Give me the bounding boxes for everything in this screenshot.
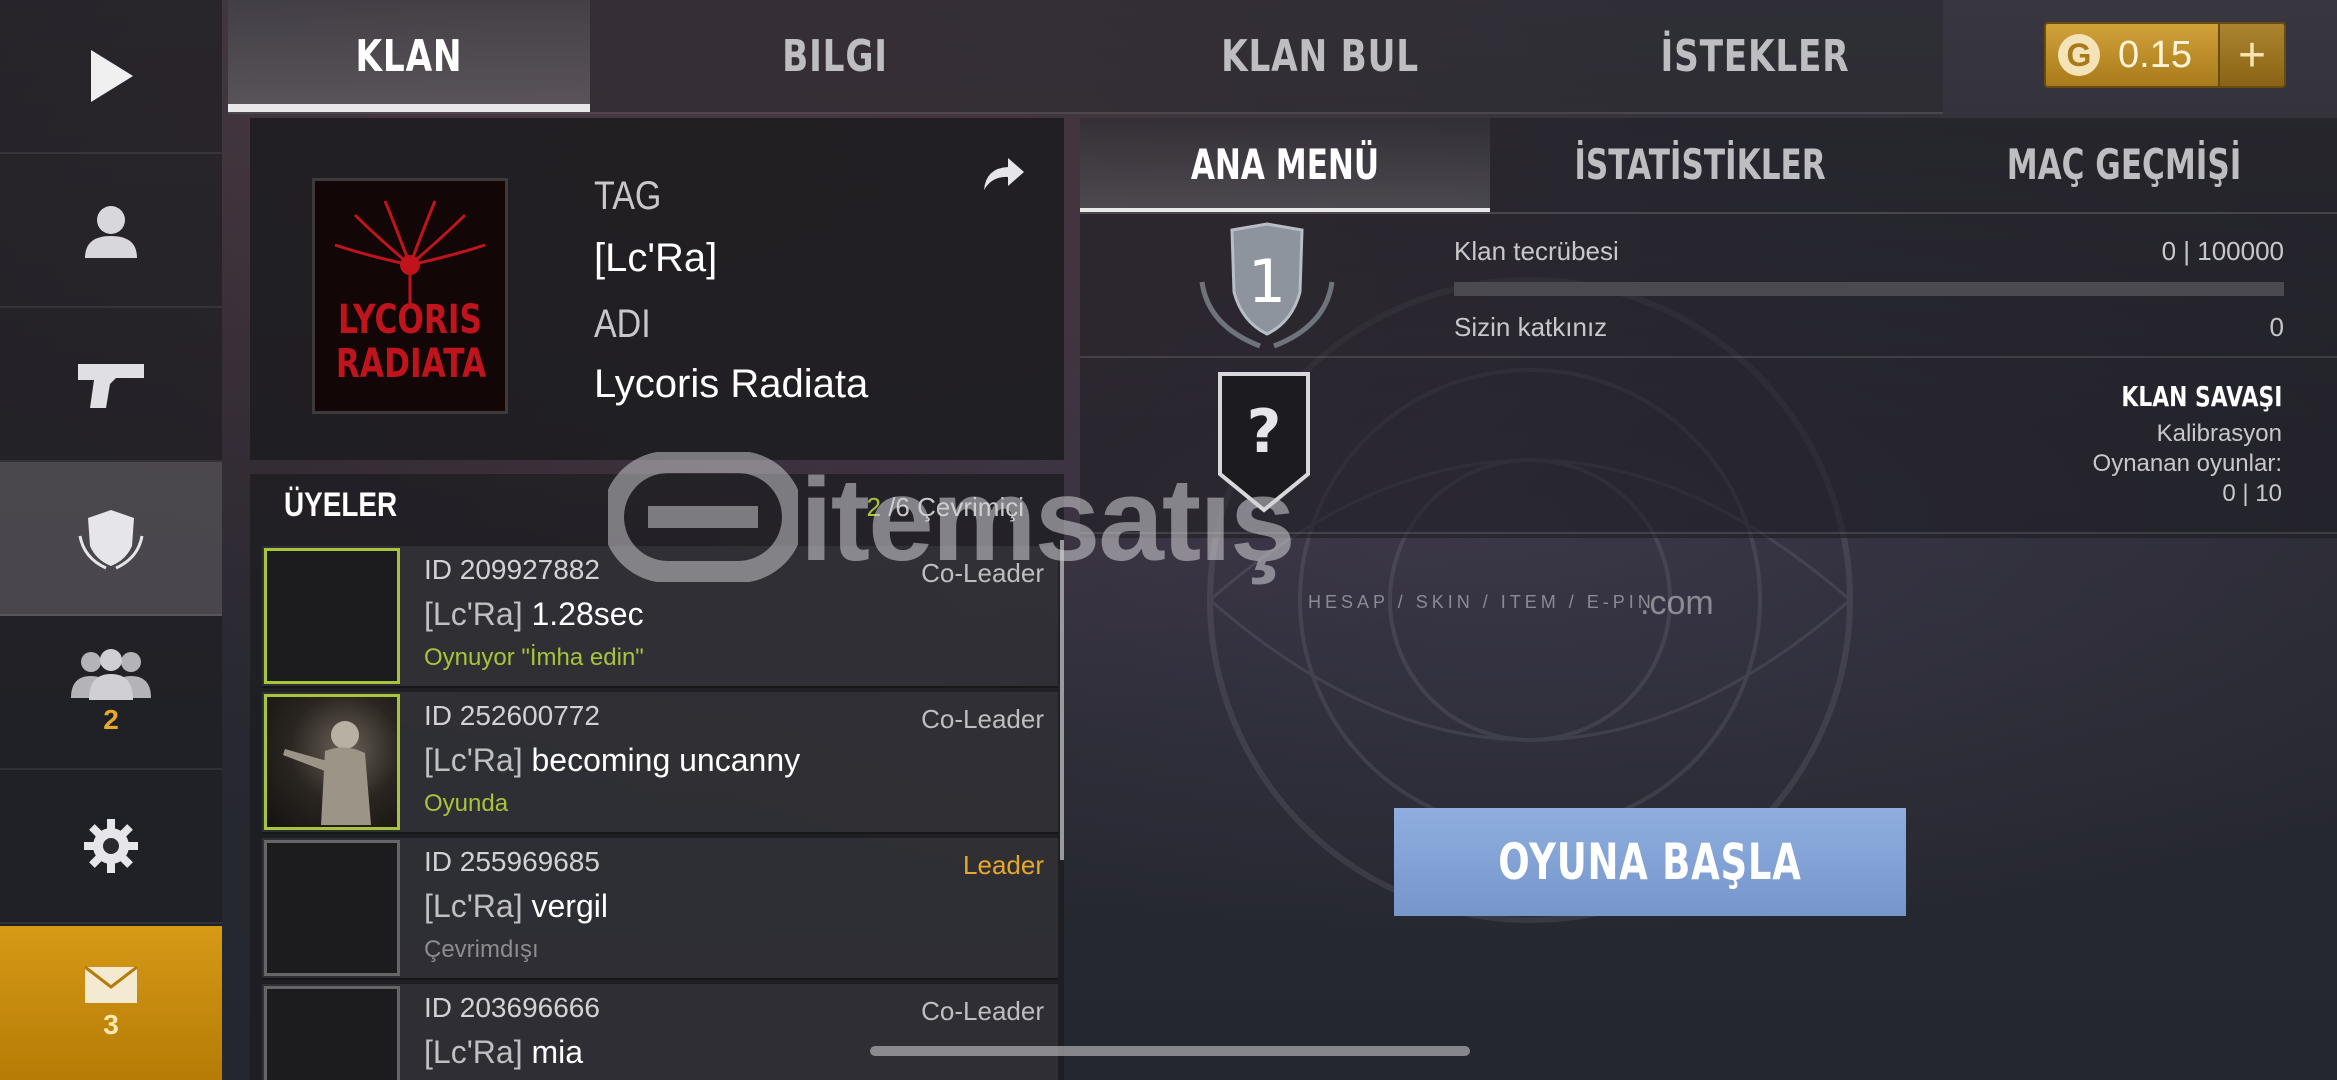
clan-tag-value: [Lc'Ra] — [594, 236, 718, 280]
member-avatar — [264, 840, 400, 976]
clan-logo: LYCORIS RADIATA — [312, 178, 508, 414]
clan-level: 1 — [1248, 247, 1286, 317]
tab-klan-bul[interactable]: KLAN BUL — [1180, 0, 1461, 112]
tab-bilgi[interactable]: BILGI — [691, 0, 980, 112]
member-name: [Lc'Ra] vergil — [424, 888, 608, 925]
home-indicator[interactable] — [870, 1046, 1470, 1056]
sidebar-item-clan[interactable] — [0, 462, 222, 616]
xp-label: Klan tecrübesi — [1454, 236, 1619, 266]
sidebar-item-settings[interactable] — [0, 770, 222, 924]
member-tag: [Lc'Ra] — [424, 596, 523, 632]
add-gold-button[interactable]: + — [2218, 24, 2284, 86]
gear-icon — [84, 819, 138, 873]
gold-coin-icon: G — [2058, 34, 2100, 76]
clan-logo-line2: RADIATA — [335, 341, 487, 387]
watermark-text: itemsatış — [800, 454, 1296, 586]
clan-war-played-value: 0 | 10 — [2222, 480, 2282, 507]
active-tab-underline — [228, 104, 590, 112]
tab-istatistikler[interactable]: İSTATİSTİKLER — [1545, 118, 1856, 210]
member-row[interactable]: ID 252600772 Co-Leader [Lc'Ra] becoming … — [262, 692, 1058, 834]
member-name: [Lc'Ra] becoming uncanny — [424, 742, 800, 779]
play-icon — [91, 50, 133, 102]
member-name: [Lc'Ra] mia — [424, 1034, 583, 1071]
sidebar: 2 3 — [0, 0, 222, 1080]
member-nickname: mia — [531, 1034, 584, 1070]
clan-experience-section: 1 Klan tecrübesi 0 | 100000 Sizin katkın… — [1080, 214, 2337, 358]
friends-icon — [71, 649, 151, 700]
sidebar-item-play[interactable] — [0, 0, 222, 154]
member-status: Oyunda — [424, 790, 509, 817]
sidebar-item-mail[interactable]: 3 — [0, 926, 222, 1080]
member-status: Oynuyor "İmha edin" — [424, 644, 644, 671]
clan-info-card: LYCORIS RADIATA TAG [Lc'Ra] ADI Lycoris … — [250, 118, 1064, 460]
member-avatar — [264, 986, 400, 1080]
contribution-value: 0 — [2269, 312, 2284, 342]
watermark-domain: .com — [1640, 584, 1714, 622]
gold-amount: 0.15 — [2118, 34, 2192, 76]
clan-war-played-label: Oynanan oyunlar: — [2092, 450, 2282, 477]
member-id: ID 203696666 — [424, 992, 600, 1023]
clan-name-label: ADI — [594, 302, 651, 346]
sidebar-item-profile[interactable] — [0, 154, 222, 308]
clan-war-title: KLAN SAVAŞI — [2121, 380, 2282, 413]
members-title: ÜYELER — [284, 486, 398, 524]
member-tag: [Lc'Ra] — [424, 888, 523, 924]
member-nickname: vergil — [531, 888, 608, 924]
clan-level-badge: 1 — [1199, 222, 1335, 349]
member-nickname: becoming uncanny — [531, 742, 801, 778]
pistol-icon — [78, 364, 144, 408]
member-role: Co-Leader — [921, 996, 1044, 1026]
watermark-subtext: HESAP / SKIN / ITEM / E-PIN — [1308, 592, 1655, 612]
clan-tag-label: TAG — [594, 174, 662, 218]
member-tag: [Lc'Ra] — [424, 1034, 523, 1070]
sidebar-item-weapons[interactable] — [0, 308, 222, 462]
member-role: Leader — [963, 850, 1044, 880]
tab-klan[interactable]: KLAN — [268, 0, 550, 112]
member-id: ID 209927882 — [424, 554, 600, 585]
member-id: ID 252600772 — [424, 700, 600, 731]
member-row[interactable]: ID 203696666 Co-Leader [Lc'Ra] mia — [262, 984, 1058, 1080]
profile-icon — [85, 206, 137, 258]
members-scrollbar[interactable] — [1060, 540, 1064, 860]
member-role: Co-Leader — [921, 704, 1044, 734]
tab-istekler[interactable]: İSTEKLER — [1619, 0, 1892, 112]
mail-badge: 3 — [103, 1009, 119, 1040]
sidebar-item-friends[interactable]: 2 — [0, 616, 222, 770]
share-icon[interactable] — [982, 156, 1026, 192]
clan-name-value: Lycoris Radiata — [594, 362, 869, 406]
xp-value: 0 | 100000 — [2161, 236, 2284, 266]
member-tag: [Lc'Ra] — [424, 742, 523, 778]
avatar-figure — [283, 721, 371, 825]
watermark-logo-icon — [608, 452, 798, 582]
member-avatar — [264, 548, 400, 684]
clan-shield-icon — [78, 510, 144, 570]
member-nickname: 1.28sec — [531, 596, 644, 632]
tab-ana-menu[interactable]: ANA MENÜ — [1133, 118, 1436, 210]
mail-icon — [84, 965, 138, 1003]
clan-logo-line1: LYCORIS — [337, 297, 483, 343]
member-status: Çevrimdışı — [424, 936, 539, 963]
member-name: [Lc'Ra] 1.28sec — [424, 596, 644, 633]
lycoris-flower-icon — [334, 200, 486, 303]
friends-badge: 2 — [103, 704, 119, 735]
member-avatar — [264, 694, 400, 830]
currency-display: G 0.15 + — [2044, 22, 2286, 88]
tab-mac-gecmisi[interactable]: MAÇ GEÇMİŞİ — [1966, 118, 2283, 210]
member-row[interactable]: ID 255969685 Leader [Lc'Ra] vergil Çevri… — [262, 838, 1058, 980]
start-game-button[interactable]: OYUNA BAŞLA — [1394, 808, 1906, 916]
contribution-label: Sizin katkınız — [1454, 312, 1608, 342]
clan-war-status: Kalibrasyon — [2156, 420, 2282, 447]
start-game-label: OYUNA BAŞLA — [1498, 833, 1802, 891]
member-id: ID 255969685 — [424, 846, 600, 877]
xp-progress-bar — [1454, 282, 2284, 296]
